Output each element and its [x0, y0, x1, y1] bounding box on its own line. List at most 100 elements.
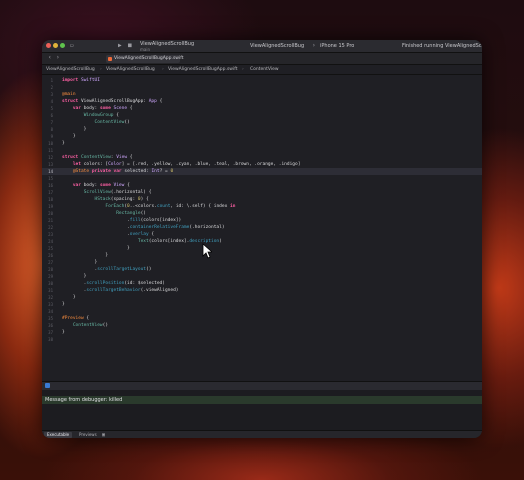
zoom-window-button[interactable]	[60, 43, 65, 48]
line-number: 14	[48, 169, 53, 174]
code-line[interactable]: 38	[42, 336, 482, 343]
jump-bar-project[interactable]: ViewAlignedScrollBug	[46, 65, 95, 74]
code-line[interactable]: 12 struct ContentView: View {	[42, 154, 482, 161]
tab-executable[interactable]: Executable	[44, 432, 73, 438]
activity-status: Finished running ViewAlignedScrollBug	[402, 43, 482, 49]
swift-file-icon	[108, 57, 112, 61]
line-number: 17	[48, 190, 53, 195]
code-line[interactable]: 19 ForEach(0..<colors.count, id: \.self)…	[42, 203, 482, 210]
code-line[interactable]: 3 @main	[42, 91, 482, 98]
code-text: .overlay {	[62, 232, 155, 237]
line-number: 32	[48, 295, 53, 300]
chevron-right-icon: ›	[312, 42, 316, 49]
code-editor[interactable]: 1 import SwiftUI 2 3 @main 4 struct ViewAligne…	[42, 75, 482, 381]
code-text: @State private var selected: Int? = 0	[72, 169, 174, 174]
code-line[interactable]: 29 }	[42, 273, 482, 280]
line-number: 8	[50, 127, 53, 132]
code-line[interactable]: 23 .overlay {	[42, 231, 482, 238]
code-line[interactable]: 31 .scrollTargetBehavior(.viewAligned)	[42, 287, 482, 294]
code-text: .scrollTargetLayout()	[62, 267, 152, 272]
run-icon[interactable]: ▶	[118, 40, 122, 52]
code-line[interactable]: 7 ContentView()	[42, 119, 482, 126]
back-icon[interactable]: ‹	[48, 52, 52, 64]
code-text: Text(colors[index].description)	[137, 239, 222, 244]
line-number: 30	[48, 281, 53, 286]
code-line[interactable]: 6 WindowGroup {	[42, 112, 482, 119]
code-line[interactable]: 25 }	[42, 245, 482, 252]
code-line[interactable]: 28 .scrollTargetLayout()	[42, 266, 482, 273]
code-text: let colors: [Color] = [.red, .yellow, .c…	[72, 162, 301, 167]
forward-icon[interactable]: ›	[56, 52, 60, 64]
code-text: .fill(colors[index])	[62, 218, 182, 223]
close-window-button[interactable]	[46, 43, 51, 48]
code-line[interactable]: 20 Rectangle()	[42, 210, 482, 217]
line-number: 19	[48, 204, 53, 209]
chevron-right-icon: ›	[242, 67, 244, 72]
debug-area-toggle-icon[interactable]	[45, 383, 50, 388]
code-line[interactable]: 35 #Preview {	[42, 315, 482, 322]
code-line[interactable]: 8 }	[42, 126, 482, 133]
code-line[interactable]: 36 ContentView()	[42, 322, 482, 329]
device-selector[interactable]: iPhone 15 Pro	[320, 40, 354, 52]
code-line[interactable]: 34	[42, 308, 482, 315]
line-number: 36	[48, 323, 53, 328]
code-line[interactable]: 26 }	[42, 252, 482, 259]
line-number: 7	[50, 120, 53, 125]
tab-previews[interactable]: Previews	[76, 432, 100, 438]
code-text: }	[62, 302, 65, 307]
code-line[interactable]: 22 .containerRelativeFrame(.horizontal)	[42, 224, 482, 231]
code-text: }	[62, 330, 65, 335]
line-number: 27	[48, 260, 53, 265]
line-number: 21	[48, 218, 53, 223]
scheme-selector[interactable]: ViewAlignedScrollBug	[250, 40, 304, 52]
code-text: }	[62, 141, 65, 146]
code-line[interactable]: 11	[42, 147, 482, 154]
code-line[interactable]: 37}	[42, 329, 482, 336]
sidebar-toggle-icon[interactable]: ▭	[70, 40, 74, 52]
code-line[interactable]: 4 struct ViewAlignedScrollBugApp: App {	[42, 98, 482, 105]
code-line[interactable]: 13 let colors: [Color] = [.red, .yellow,…	[42, 161, 482, 168]
code-text: }	[62, 253, 109, 258]
code-line[interactable]: 18 HStack(spacing: 0) {	[42, 196, 482, 203]
line-number: 16	[48, 183, 53, 188]
code-line[interactable]: 14 @State private var selected: Int? = 0	[42, 168, 482, 175]
code-text: }	[62, 260, 98, 265]
code-line[interactable]: 21 .fill(colors[index])	[42, 217, 482, 224]
line-number: 9	[50, 134, 53, 139]
code-text: }	[62, 134, 76, 139]
line-number: 23	[48, 232, 53, 237]
code-line[interactable]: 2	[42, 84, 482, 91]
jump-bar-symbol[interactable]: ContentView	[250, 65, 279, 74]
line-number: 29	[48, 274, 53, 279]
jump-bar: ViewAlignedScrollBug › ViewAlignedScroll…	[42, 65, 482, 75]
console-message: Message from debugger: killed	[42, 396, 482, 404]
code-line[interactable]: 33}	[42, 301, 482, 308]
code-text: }	[62, 246, 130, 251]
code-line[interactable]: 9 }	[42, 133, 482, 140]
stop-icon[interactable]: ■	[128, 40, 132, 52]
mouse-pointer-icon	[202, 243, 212, 259]
tab-viewalignedscrollbugapp-swift[interactable]: ViewAlignedScrollBugApp.swift	[106, 55, 184, 63]
code-line[interactable]: 15	[42, 175, 482, 182]
jump-bar-file[interactable]: ViewAlignedScrollBugApp.swift	[168, 65, 238, 74]
line-number: 35	[48, 316, 53, 321]
code-line[interactable]: 16 var body: some View {	[42, 182, 482, 189]
code-line[interactable]: 27 }	[42, 259, 482, 266]
code-text: struct ViewAlignedScrollBugApp: App {	[62, 99, 163, 104]
code-text: var body: some Scene {	[72, 106, 133, 111]
filter-icon[interactable]: ▣	[102, 429, 105, 438]
code-line[interactable]: 32 }	[42, 294, 482, 301]
code-line[interactable]: 24 Text(colors[index].description)	[42, 238, 482, 245]
minimize-window-button[interactable]	[53, 43, 58, 48]
line-number: 24	[48, 239, 53, 244]
code-line[interactable]: 30 .scrollPosition(id: $selected)	[42, 280, 482, 287]
code-line[interactable]: 1 import SwiftUI	[42, 77, 482, 84]
jump-bar-group[interactable]: ViewAlignedScrollBug	[106, 65, 155, 74]
code-text: }	[62, 295, 76, 300]
code-text: ContentView()	[72, 323, 109, 328]
line-number: 22	[48, 225, 53, 230]
code-line[interactable]: 17 ScrollView(.horizontal) {	[42, 189, 482, 196]
line-number: 12	[48, 155, 53, 160]
code-line[interactable]: 10}	[42, 140, 482, 147]
code-line[interactable]: 5 var body: some Scene {	[42, 105, 482, 112]
